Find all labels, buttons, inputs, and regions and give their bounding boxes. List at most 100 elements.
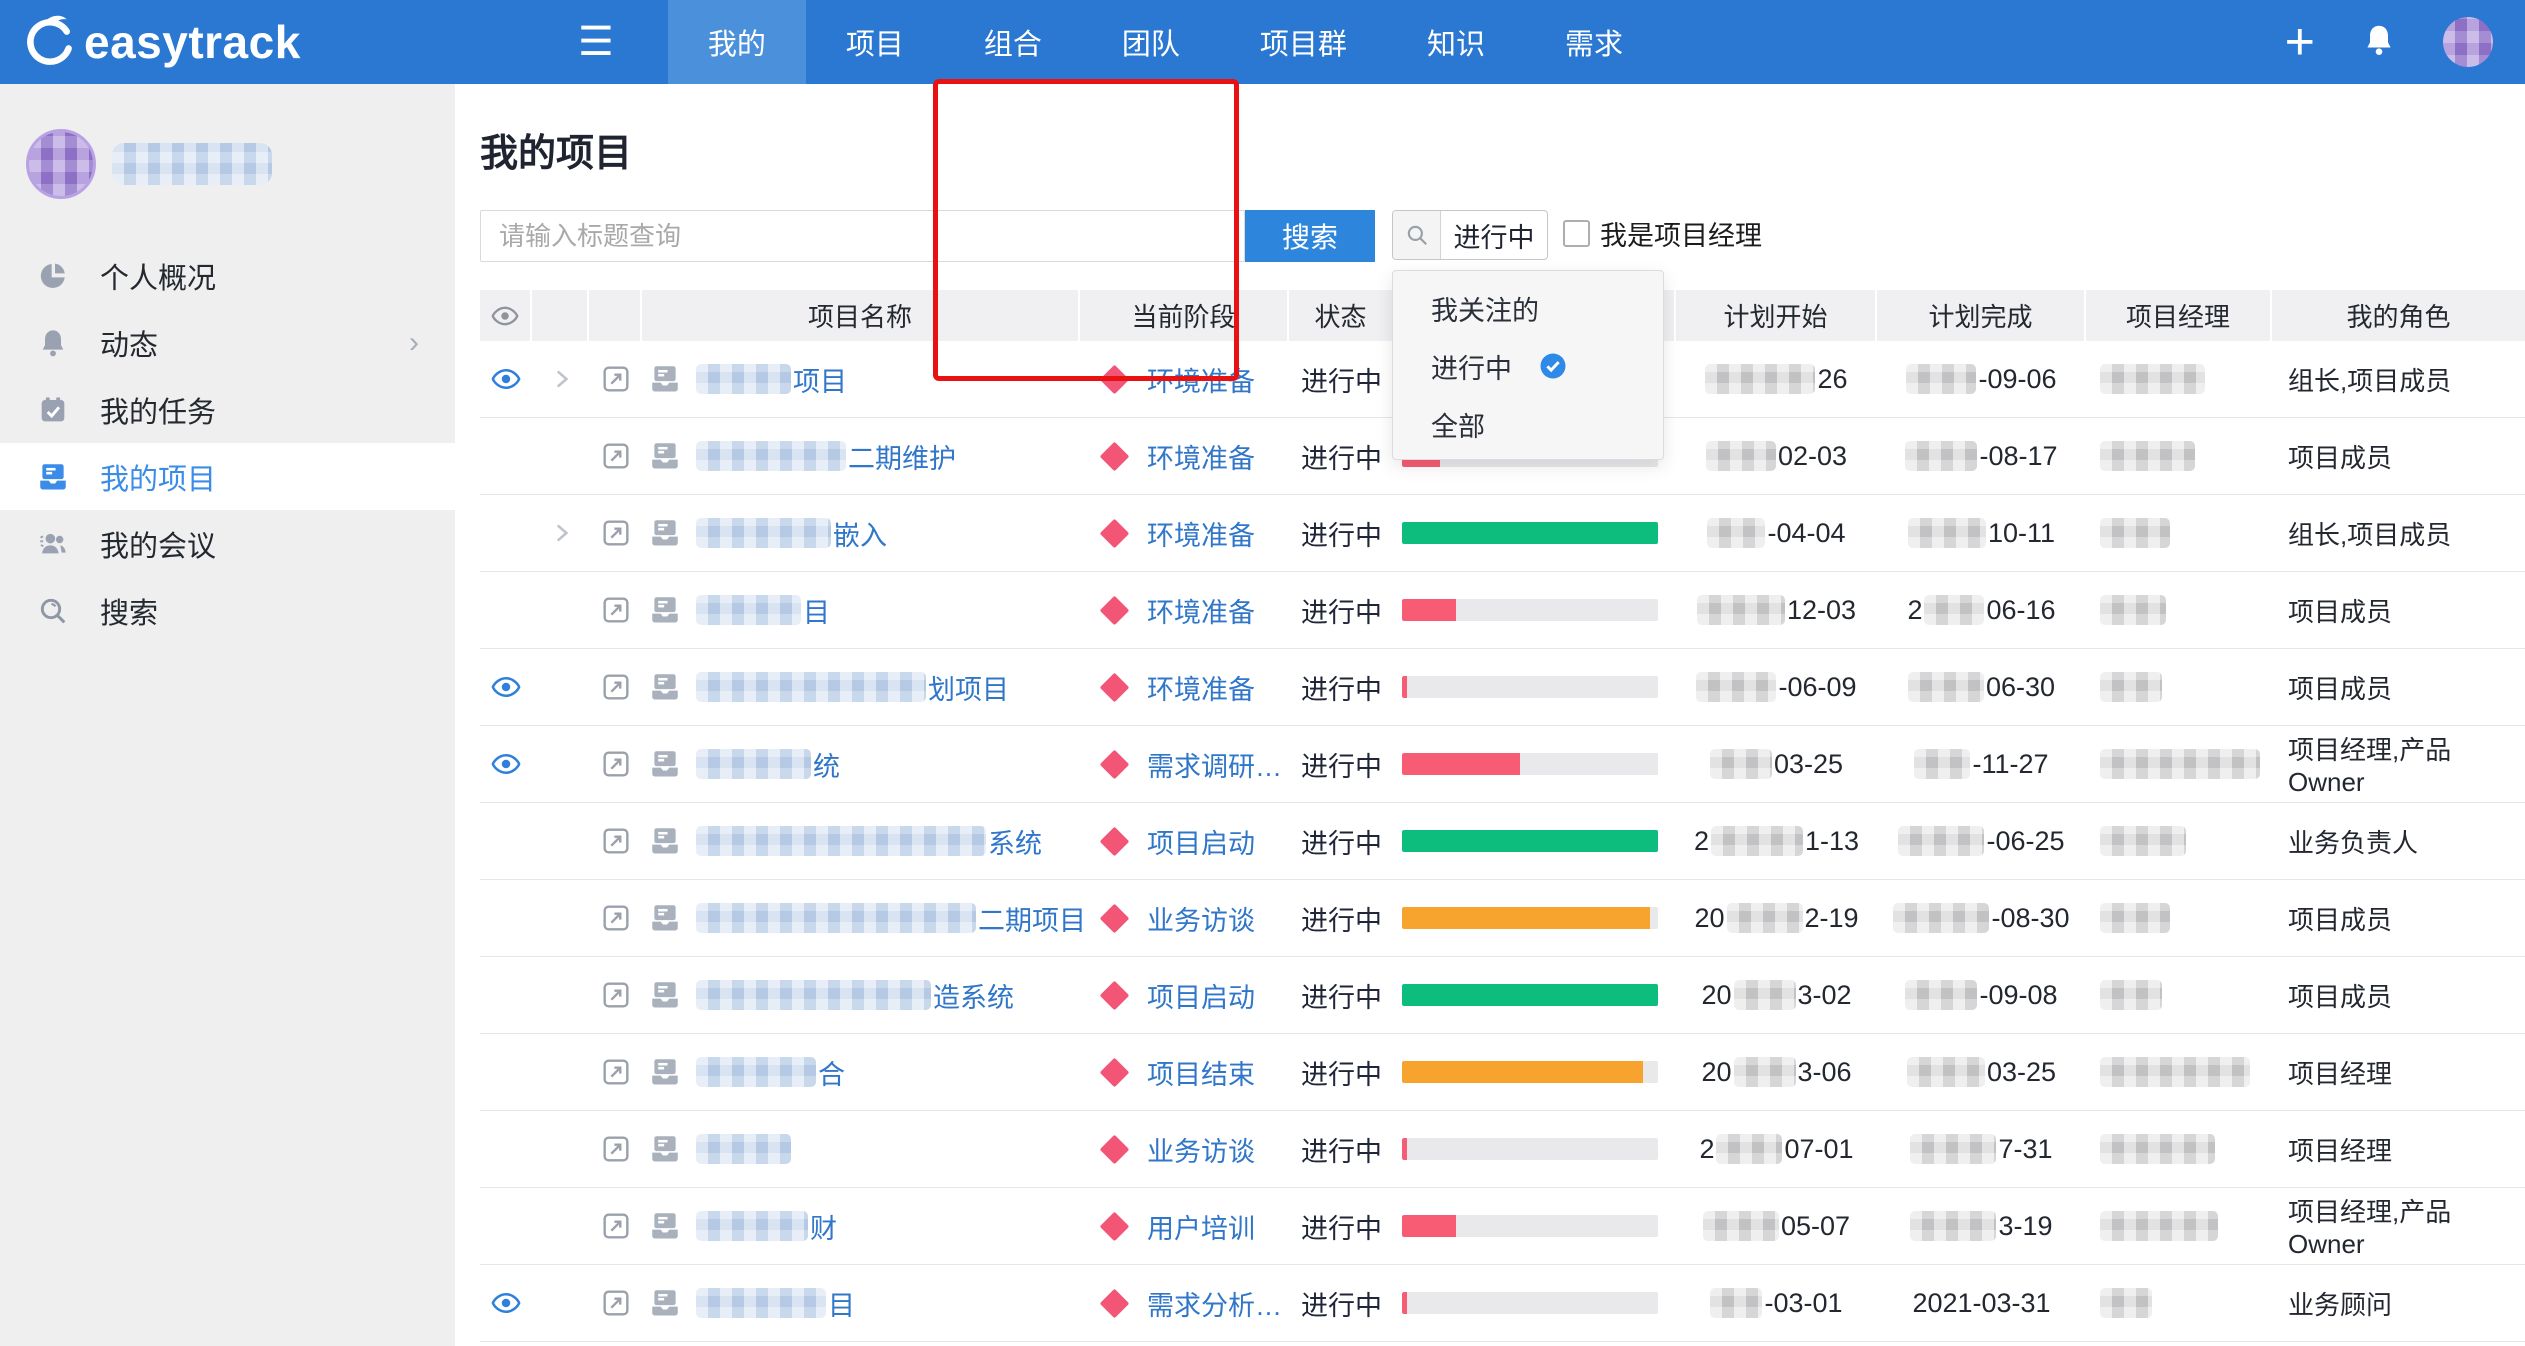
sidebar-item-1[interactable]: 动态› (0, 309, 455, 376)
expand-chevron-icon[interactable] (548, 520, 574, 546)
search-button[interactable]: 搜索 (1245, 210, 1375, 262)
pm-only-checkbox[interactable]: 我是项目经理 (1563, 214, 1762, 253)
watching-eye-icon[interactable] (491, 364, 521, 394)
open-project-icon[interactable] (600, 1287, 632, 1319)
redacted-project-manager (2100, 1057, 2250, 1087)
project-name-link[interactable]: 系统 (988, 822, 1042, 861)
sidebar-item-4[interactable]: 我的会议 (0, 510, 455, 577)
planned-finish-date: -09-06 (1877, 341, 2086, 417)
sidebar-item-2[interactable]: 我的任务 (0, 376, 455, 443)
expand-chevron-icon[interactable] (548, 366, 574, 392)
stage-link[interactable]: 需求分析及… (1147, 1284, 1289, 1323)
column-header-pm[interactable]: 项目经理 (2086, 290, 2272, 341)
watching-eye-icon[interactable] (491, 672, 521, 702)
project-name-link[interactable]: 嵌入 (833, 514, 887, 553)
open-project-icon[interactable] (600, 1056, 632, 1088)
nav-tab-3[interactable]: 团队 (1082, 0, 1220, 84)
nav-tab-0[interactable]: 我的 (668, 0, 806, 84)
stage-link[interactable]: 项目启动 (1147, 976, 1255, 1015)
nav-tab-5[interactable]: 知识 (1387, 0, 1525, 84)
nav-tab-6[interactable]: 需求 (1525, 0, 1663, 84)
my-role-text: 项目成员 (2288, 592, 2392, 629)
open-project-icon[interactable] (600, 594, 632, 626)
stage-link[interactable]: 环境准备 (1147, 591, 1255, 630)
project-name-link[interactable]: 统 (813, 745, 840, 784)
planned-start-date: 12-03 (1676, 572, 1877, 648)
planned-start-date: 05-07 (1676, 1188, 1877, 1264)
project-name-link[interactable]: 造系统 (933, 976, 1014, 1015)
stage-link[interactable]: 业务访谈 (1147, 1130, 1255, 1169)
dropdown-option-label: 全部 (1431, 405, 1485, 444)
open-project-icon[interactable] (600, 979, 632, 1011)
checkbox-icon[interactable] (1563, 220, 1590, 247)
open-project-icon[interactable] (600, 825, 632, 857)
notifications-bell-icon[interactable] (2361, 22, 2397, 63)
column-header-stage[interactable]: 当前阶段 (1080, 290, 1289, 341)
project-name-link[interactable]: 合 (818, 1053, 845, 1092)
planned-start-date: 02-03 (1676, 418, 1877, 494)
stage-link[interactable]: 环境准备 (1147, 437, 1255, 476)
open-project-icon[interactable] (600, 363, 632, 395)
open-project-icon[interactable] (600, 671, 632, 703)
column-header-name[interactable]: 项目名称 (642, 290, 1080, 341)
column-header-status[interactable]: 状态 (1289, 290, 1394, 341)
progress-bar (1402, 1061, 1658, 1083)
stage-link[interactable]: 业务访谈 (1147, 899, 1255, 938)
sidebar-item-3[interactable]: 我的项目 (0, 443, 455, 510)
dropdown-option-1[interactable]: 进行中 (1393, 337, 1663, 395)
stage-diamond-icon (1100, 980, 1130, 1010)
nav-tab-4[interactable]: 项目群 (1220, 0, 1387, 84)
open-project-icon[interactable] (600, 440, 632, 472)
sidebar-item-0[interactable]: 个人概况 (0, 242, 455, 309)
column-header-start[interactable]: 计划开始 (1676, 290, 1877, 341)
dropdown-option-label: 进行中 (1431, 347, 1512, 386)
project-name-link[interactable]: 划项目 (928, 668, 1009, 707)
title-search-input[interactable] (480, 210, 1245, 262)
stage-link[interactable]: 环境准备 (1147, 668, 1255, 707)
planned-start-date: 03-25 (1676, 726, 1877, 802)
dropdown-option-2[interactable]: 全部 (1393, 395, 1663, 453)
stage-link[interactable]: 环境准备 (1147, 360, 1255, 399)
project-name-link[interactable]: 二期项目 (978, 899, 1086, 938)
project-name-link[interactable]: 二期维护 (848, 437, 956, 476)
chevron-right-icon[interactable]: › (409, 326, 419, 360)
project-name-link[interactable]: 目 (803, 591, 830, 630)
sidebar-item-5[interactable]: 搜索 (0, 577, 455, 644)
project-type-icon (648, 1055, 682, 1089)
project-name-link[interactable]: 财 (810, 1207, 837, 1246)
stage-link[interactable]: 用户培训 (1147, 1207, 1255, 1246)
open-project-icon[interactable] (600, 748, 632, 780)
project-type-icon (648, 1286, 682, 1320)
profile-avatar[interactable] (26, 129, 96, 199)
nav-tab-1[interactable]: 项目 (806, 0, 944, 84)
status-filter-select[interactable]: 进行中 (1392, 210, 1548, 260)
user-avatar[interactable] (2443, 17, 2493, 67)
table-row: 合 项目结束 进行中 203-06 03-25 项目经理 (480, 1034, 2525, 1111)
hamburger-menu-icon[interactable]: ☰ (578, 22, 614, 62)
table-row: 业务访谈 进行中 207-01 7-31 项目经理 (480, 1111, 2525, 1188)
column-header-role[interactable]: 我的角色 (2272, 290, 2525, 341)
open-project-icon[interactable] (600, 1133, 632, 1165)
status-text: 进行中 (1301, 899, 1382, 938)
add-icon[interactable]: + (2285, 16, 2315, 68)
open-project-icon[interactable] (600, 1210, 632, 1242)
watching-eye-icon[interactable] (491, 749, 521, 779)
open-project-icon[interactable] (600, 517, 632, 549)
nav-tab-2[interactable]: 组合 (944, 0, 1082, 84)
stage-link[interactable]: 项目结束 (1147, 1053, 1255, 1092)
open-project-icon[interactable] (600, 902, 632, 934)
watching-eye-icon[interactable] (491, 1288, 521, 1318)
planned-finish-date: 206-16 (1877, 572, 2086, 648)
project-name-link[interactable]: 目 (828, 1284, 855, 1323)
planned-finish-date: -11-27 (1877, 726, 2086, 802)
column-header-finish[interactable]: 计划完成 (1877, 290, 2086, 341)
project-name-link[interactable]: 项目 (793, 360, 847, 399)
redacted-project-manager (2100, 826, 2186, 856)
proj-icon (36, 460, 70, 494)
stage-link[interactable]: 环境准备 (1147, 514, 1255, 553)
stage-link[interactable]: 需求调研阶段 (1147, 745, 1289, 784)
stage-link[interactable]: 项目启动 (1147, 822, 1255, 861)
dropdown-option-0[interactable]: 我关注的 (1393, 279, 1663, 337)
planned-finish-date: 7-31 (1877, 1111, 2086, 1187)
progress-bar (1402, 830, 1658, 852)
